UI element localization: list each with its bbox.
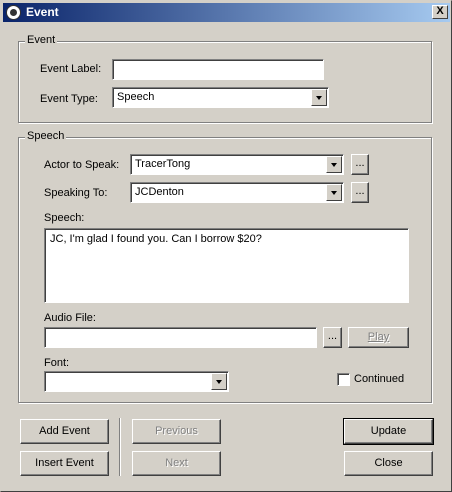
font-select[interactable] xyxy=(44,371,229,392)
previous-button[interactable]: Previous xyxy=(132,419,221,444)
continued-label[interactable]: Continued xyxy=(354,373,404,385)
title-bar[interactable]: Event X xyxy=(3,3,450,22)
speaking-to-label: Speaking To: xyxy=(44,187,108,199)
event-group-label: Event xyxy=(25,34,58,46)
event-label-label: Event Label: xyxy=(40,63,102,75)
audio-file-label: Audio File: xyxy=(44,312,96,324)
speech-textarea[interactable]: JC, I'm glad I found you. Can I borrow $… xyxy=(44,228,409,303)
event-type-label: Event Type: xyxy=(40,93,98,105)
close-button[interactable]: Close xyxy=(344,451,433,476)
event-label-input[interactable] xyxy=(112,59,324,80)
update-button[interactable]: Update xyxy=(343,418,434,445)
event-type-value: Speech xyxy=(117,91,155,103)
event-group: Event xyxy=(18,34,432,123)
font-label: Font: xyxy=(44,357,70,369)
chevron-down-icon[interactable] xyxy=(326,156,342,173)
add-event-button[interactable]: Add Event xyxy=(20,419,109,444)
chevron-down-icon[interactable] xyxy=(211,373,227,390)
actor-browse-button[interactable]: ... xyxy=(351,154,369,175)
speaking-to-value: JCDenton xyxy=(135,186,184,198)
next-button[interactable]: Next xyxy=(132,451,221,476)
audio-browse-button[interactable]: ... xyxy=(323,327,342,348)
close-icon[interactable]: X xyxy=(432,5,448,19)
audio-file-input[interactable] xyxy=(44,327,317,348)
speaking-to-browse-button[interactable]: ... xyxy=(351,182,369,203)
speech-label: Speech: xyxy=(44,212,85,224)
event-dialog: Event X Event Event Label: Event Type: S… xyxy=(0,0,452,492)
button-separator xyxy=(119,418,121,476)
continued-checkbox[interactable] xyxy=(337,373,350,386)
chevron-down-icon[interactable] xyxy=(311,89,327,106)
chevron-down-icon[interactable] xyxy=(326,184,342,201)
play-button[interactable]: Play xyxy=(348,327,409,348)
app-icon xyxy=(6,5,21,20)
actor-select[interactable]: TracerTong xyxy=(130,154,344,175)
window-title: Event xyxy=(26,5,59,19)
speaking-to-select[interactable]: JCDenton xyxy=(130,182,344,203)
actor-value: TracerTong xyxy=(135,158,191,170)
insert-event-button[interactable]: Insert Event xyxy=(20,451,109,476)
event-type-select[interactable]: Speech xyxy=(112,87,329,108)
speech-group-label: Speech xyxy=(25,130,67,142)
actor-label: Actor to Speak: xyxy=(44,159,120,171)
